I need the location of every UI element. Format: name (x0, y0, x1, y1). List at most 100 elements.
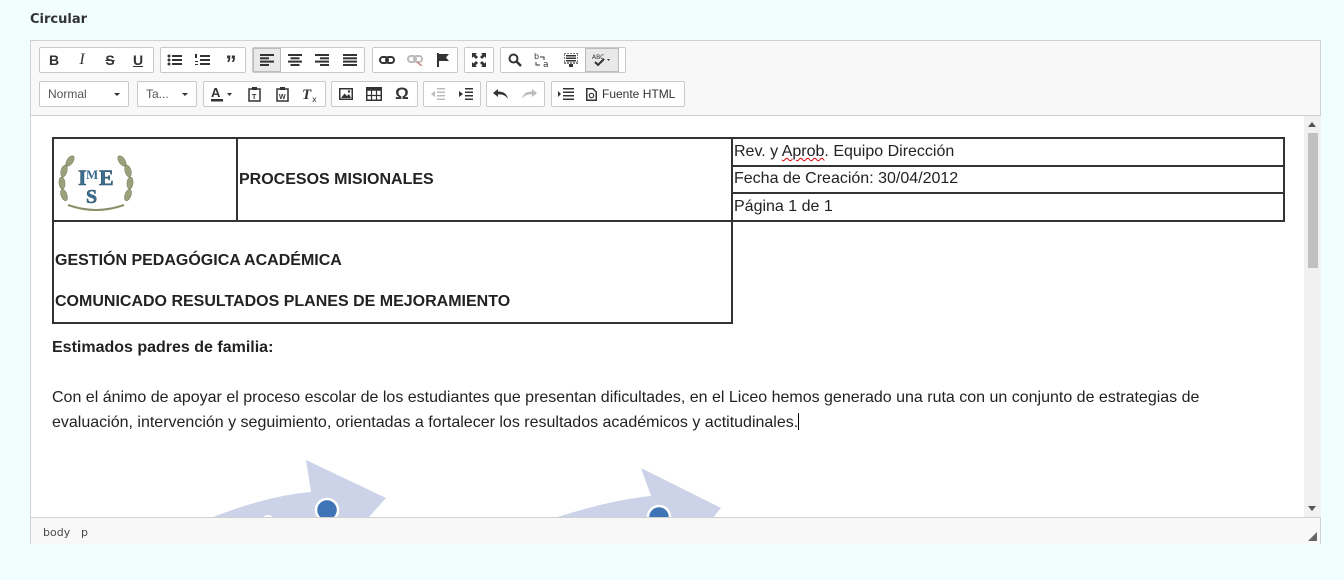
italic-button[interactable]: I (68, 48, 96, 72)
scroll-up-icon[interactable] (1308, 122, 1316, 127)
indent-button[interactable] (452, 82, 480, 106)
bold-button[interactable]: B (40, 48, 68, 72)
redo-button[interactable] (515, 82, 543, 106)
show-blocks-button[interactable] (552, 82, 580, 106)
scroll-thumb[interactable] (1308, 133, 1318, 268)
department-name: GESTIÓN PEDAGÓGICA ACADÉMICA (55, 252, 342, 269)
special-char-button[interactable]: Ω (388, 82, 416, 106)
image-button[interactable] (332, 82, 360, 106)
flag-icon (437, 53, 449, 67)
paste-text-button[interactable]: T (240, 82, 268, 106)
paste-word-button[interactable]: W (268, 82, 296, 106)
svg-text:x: x (312, 95, 317, 102)
dept-cell: GESTIÓN PEDAGÓGICA ACADÉMICA COMUNICADO … (52, 220, 733, 324)
editor-statusbar: body p (31, 517, 1320, 544)
redo-icon (522, 89, 537, 99)
unlink-button[interactable] (401, 48, 429, 72)
text-color-button[interactable]: A (204, 82, 240, 106)
font-size-select-value: Ta... (146, 87, 169, 101)
chevron-down-icon (182, 92, 188, 96)
strikethrough-icon: S (105, 52, 115, 68)
bulleted-list-button[interactable] (161, 48, 189, 72)
indent-group (423, 81, 481, 107)
source-label: Fuente HTML (602, 87, 676, 101)
history-group (486, 81, 545, 107)
field-label: Circular (30, 12, 88, 27)
search-icon (508, 53, 522, 67)
maximize-group (464, 47, 494, 73)
spellcheck-icon: ABC (592, 54, 610, 67)
source-icon (586, 87, 597, 101)
table-button[interactable] (360, 82, 388, 106)
spellcheck-button[interactable]: ABC (585, 48, 619, 72)
greeting: Estimados padres de familia: (52, 339, 274, 356)
process-title: PROCESOS MISIONALES (236, 137, 733, 222)
link-icon (379, 56, 395, 64)
paste-word-icon: W (275, 86, 289, 102)
bulleted-list-icon (167, 54, 182, 66)
find-button[interactable] (501, 48, 529, 72)
anchor-button[interactable] (429, 48, 457, 72)
process-arrows-graphic (213, 460, 721, 517)
select-all-button[interactable] (557, 48, 585, 72)
rich-text-editor: B I S U ” b a ABC Normal Ta... A T W T x… (30, 40, 1321, 544)
outdent-button[interactable] (424, 82, 452, 106)
text-caret (798, 413, 800, 430)
strike-button[interactable]: S (96, 48, 124, 72)
format-select-value: Normal (48, 87, 87, 101)
replace-button[interactable]: ba (529, 48, 557, 72)
svg-text:T: T (252, 94, 257, 101)
creation-date: Fecha de Creación: 30/04/2012 (731, 164, 1285, 195)
format-select[interactable]: Normal (39, 81, 129, 107)
font-size-select[interactable]: Ta... (137, 81, 197, 107)
numbered-list-icon (195, 54, 210, 65)
source-button[interactable]: Fuente HTML (580, 82, 681, 106)
show-blocks-icon (558, 88, 574, 100)
paragraph-text: Con el ánimo de apoyar el proceso escola… (52, 389, 1200, 431)
align-right-button[interactable] (309, 48, 337, 72)
underline-button[interactable]: U (124, 48, 152, 72)
source-group: Fuente HTML (551, 81, 685, 107)
italic-icon: I (79, 51, 85, 68)
insert-group: Ω (331, 81, 418, 107)
path-body[interactable]: body (43, 526, 70, 539)
blockquote-button[interactable]: ” (217, 48, 245, 76)
undo-icon (493, 89, 508, 99)
align-right-icon (315, 54, 330, 66)
rev-cell: Rev. y Aprob. Equipo Dirección (731, 137, 1285, 167)
justify-button[interactable] (336, 48, 364, 72)
align-left-button[interactable] (253, 48, 281, 72)
align-center-icon (287, 54, 302, 66)
svg-text:W: W (279, 94, 286, 101)
svg-text:A: A (211, 86, 221, 100)
link-group (372, 47, 458, 73)
page-number: Página 1 de 1 (731, 192, 1285, 222)
remove-format-button[interactable]: Tx (296, 82, 324, 106)
quote-icon: ” (225, 51, 237, 76)
replace-icon: ba (534, 52, 549, 68)
select-all-icon (564, 53, 578, 67)
omega-icon: Ω (395, 84, 409, 103)
numbered-list-button[interactable] (189, 48, 217, 72)
align-center-button[interactable] (281, 48, 309, 72)
rev-suffix: . Equipo Dirección (824, 142, 955, 160)
underline-icon: U (132, 52, 144, 68)
svg-text:T: T (302, 87, 312, 102)
indent-icon (459, 88, 473, 100)
unlink-icon (407, 55, 423, 66)
body-paragraph: Con el ánimo de apoyar el proceso escola… (52, 385, 1267, 435)
svg-text:M: M (86, 167, 98, 182)
svg-text:b: b (534, 52, 539, 61)
editor-content[interactable]: I M E S PROCESOS MISIONALES Rev. y Aprob… (31, 116, 1304, 517)
path-p[interactable]: p (81, 526, 88, 539)
align-left-icon (259, 54, 274, 66)
link-button[interactable] (373, 48, 401, 72)
vertical-scrollbar[interactable] (1304, 116, 1321, 517)
maximize-button[interactable] (465, 48, 493, 72)
tools-group: ba ABC (500, 47, 626, 73)
paste-icon: T (247, 86, 261, 102)
scroll-down-icon[interactable] (1308, 506, 1316, 511)
undo-button[interactable] (487, 82, 515, 106)
resize-handle-icon[interactable] (1308, 532, 1317, 541)
misspelled-word: Aprob (781, 142, 825, 160)
